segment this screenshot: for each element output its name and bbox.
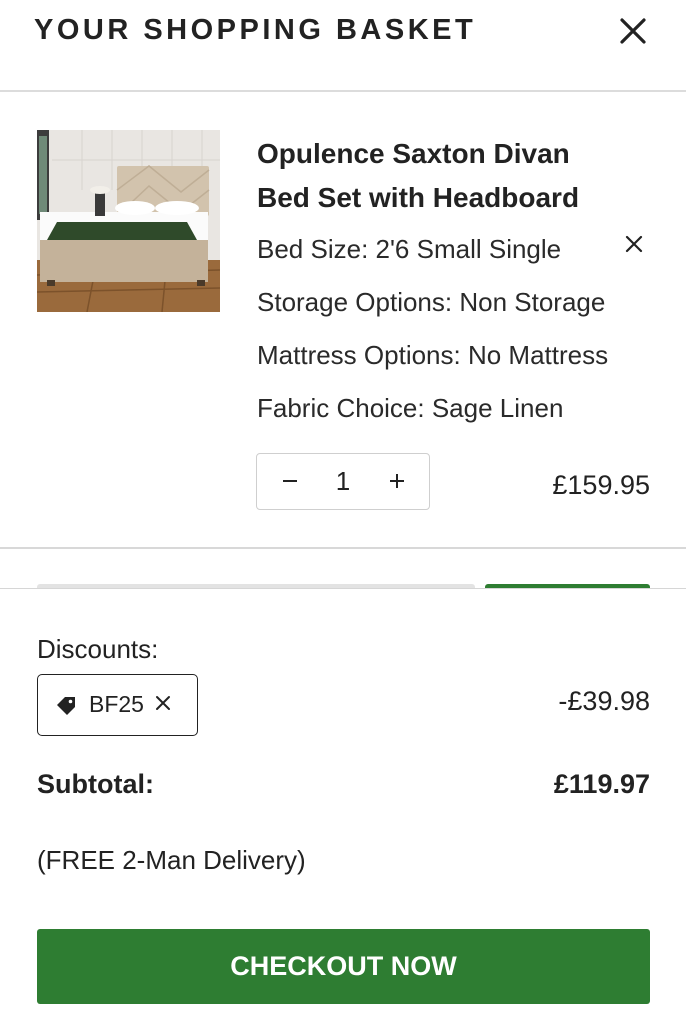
item-option: Storage Options: Non Storage [257,287,606,317]
subtotal-label: Subtotal: [37,769,154,799]
divider [0,547,686,549]
coupon-code: BF25 [89,691,144,717]
subtotal-value: £119.97 [553,769,650,799]
minus-icon [283,480,297,482]
item-price: £159.95 [552,470,650,500]
item-option: Fabric Choice: Sage Linen [257,393,564,423]
discount-amount: -£39.98 [558,686,650,716]
close-basket-button[interactable] [614,12,652,50]
item-option: Bed Size: 2'6 Small Single [257,234,562,264]
remove-coupon-button[interactable] [153,693,173,718]
delivery-note: (FREE 2-Man Delivery) [37,845,306,875]
close-icon [625,235,643,253]
plus-icon [390,474,404,488]
quantity-value[interactable]: 1 [317,454,369,508]
basket-header: YOUR SHOPPING BASKET [0,0,686,92]
coupon-chip: BF25 [37,674,198,736]
quantity-stepper: 1 [256,453,430,510]
close-icon [620,18,646,44]
discounts-label: Discounts: [37,634,159,664]
tag-icon [57,697,75,715]
decrease-quantity-button[interactable] [265,454,315,508]
item-option: Mattress Options: No Mattress [257,340,609,370]
bed-product-image[interactable] [36,130,221,313]
close-icon [156,696,170,710]
item-title[interactable]: Opulence Saxton Divan Bed Set with Headb… [257,132,617,220]
checkout-button[interactable]: CHECKOUT NOW [37,929,650,1004]
remove-item-button[interactable] [622,232,646,256]
increase-quantity-button[interactable] [372,454,422,508]
basket-title: YOUR SHOPPING BASKET [34,14,477,46]
basket-summary: Discounts: BF25 -£39.98 Subtotal: £119.9… [0,588,686,1023]
